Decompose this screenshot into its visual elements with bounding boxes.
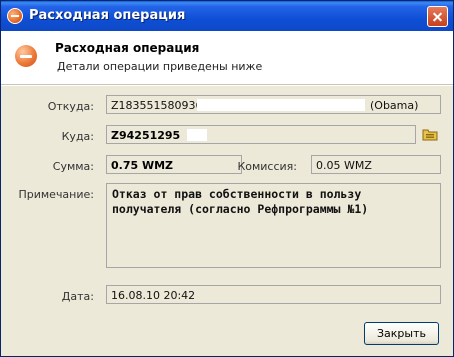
from-label: Откуда: — [47, 100, 94, 113]
date-label: Дата: — [61, 290, 94, 303]
from-owner: (Obama) — [370, 99, 419, 112]
close-window-button[interactable] — [427, 6, 448, 27]
fee-label: Комиссия: — [237, 160, 297, 173]
close-button[interactable]: Закрыть — [364, 322, 439, 345]
header-subtitle: Детали операции приведены ниже — [57, 60, 263, 73]
note-label: Примечание: — [18, 188, 94, 201]
from-field[interactable]: Z183551580936, (Obama) — [106, 95, 441, 114]
dialog-window: Расходная операция Расходная операция Де… — [0, 0, 454, 357]
note-field[interactable]: Отказ от прав собственности в пользу пол… — [106, 183, 441, 268]
redaction-mask — [187, 129, 207, 141]
redaction-mask — [197, 99, 365, 111]
to-label: Куда: — [61, 130, 94, 143]
from-purse: Z183551580936, — [111, 99, 207, 112]
fee-field[interactable]: 0.05 WMZ — [311, 155, 441, 174]
date-field[interactable]: 16.08.10 20:42 — [106, 285, 441, 304]
title-bar[interactable]: Расходная операция — [1, 1, 453, 31]
header-title: Расходная операция — [55, 41, 200, 55]
folder-icon[interactable] — [422, 128, 438, 141]
to-purse: Z94251295 — [111, 129, 181, 142]
window-title: Расходная операция — [29, 8, 186, 23]
minus-circle-icon — [15, 45, 37, 67]
dialog-header: Расходная операция Детали операции приве… — [1, 31, 453, 85]
amount-label: Сумма: — [52, 160, 94, 173]
to-field[interactable]: Z94251295 — [106, 125, 416, 144]
minus-circle-icon — [7, 8, 23, 24]
